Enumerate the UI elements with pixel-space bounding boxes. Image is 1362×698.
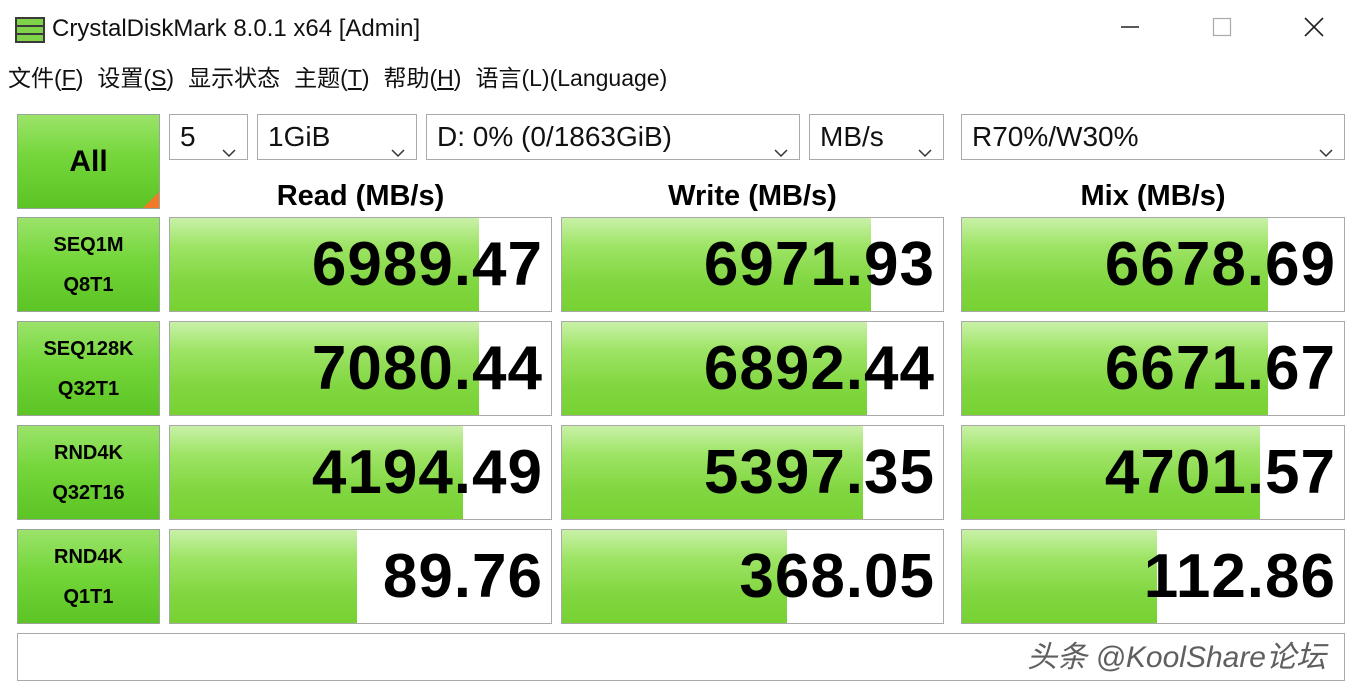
result-value: 7080.44: [311, 334, 543, 403]
write-header: Write (MB/s): [668, 180, 837, 212]
menu-file[interactable]: 文件(F): [8, 63, 83, 93]
test-name: RND4K: [54, 441, 123, 464]
result-mix: 4701.57: [961, 425, 1345, 520]
result-value: 368.05: [739, 542, 935, 611]
mix-header: Mix (MB/s): [1080, 180, 1226, 212]
result-value: 89.76: [382, 542, 543, 611]
result-mix: 6678.69: [961, 217, 1345, 312]
test-count-value: 5: [180, 121, 196, 152]
test-params: Q8T1: [63, 273, 114, 296]
test-button-seq1m[interactable]: SEQ1M Q8T1: [17, 217, 160, 312]
corner-marker-icon: [143, 192, 159, 208]
result-value: 4701.57: [1104, 438, 1336, 507]
unit-value: MB/s: [820, 121, 884, 152]
test-button-rnd4k-q1t1[interactable]: RND4K Q1T1: [17, 529, 160, 624]
chevron-down-icon: [390, 130, 406, 158]
result-write: 6971.93: [561, 217, 944, 312]
result-value: 5397.35: [703, 438, 935, 507]
menu-theme[interactable]: 主题(T): [294, 63, 369, 93]
drive-select[interactable]: D: 0% (0/1863GiB): [426, 114, 800, 160]
result-read: 6989.47: [169, 217, 552, 312]
maximize-icon: [1212, 17, 1232, 42]
result-mix: 112.86: [961, 529, 1345, 624]
menu-help[interactable]: 帮助(H): [384, 63, 462, 93]
close-button[interactable]: [1268, 0, 1360, 58]
unit-select[interactable]: MB/s: [809, 114, 944, 160]
result-read: 7080.44: [169, 321, 552, 416]
maximize-button[interactable]: [1176, 0, 1268, 58]
close-icon: [1303, 16, 1325, 43]
test-params: Q32T1: [57, 377, 120, 400]
mix-ratio-value: R70%/W30%: [972, 121, 1139, 152]
minimize-button[interactable]: [1084, 0, 1176, 58]
result-mix: 6671.67: [961, 321, 1345, 416]
result-read: 4194.49: [169, 425, 552, 520]
menu-language[interactable]: 语言(L)(Language): [475, 63, 667, 93]
test-name: RND4K: [54, 545, 123, 568]
result-read: 89.76: [169, 529, 552, 624]
test-size-select[interactable]: 1GiB: [257, 114, 417, 160]
menu-settings[interactable]: 设置(S): [97, 63, 174, 93]
run-all-label: All: [69, 144, 108, 178]
menu-display-status[interactable]: 显示状态: [188, 63, 280, 93]
result-value: 6678.69: [1104, 230, 1336, 299]
disk-icon: [14, 14, 46, 46]
result-write: 368.05: [561, 529, 944, 624]
result-bar: [170, 530, 357, 623]
menu-bar: 文件(F) 设置(S) 显示状态 主题(T) 帮助(H) 语言(L)(Langu…: [0, 58, 1362, 98]
benchmark-panel: All 5 1GiB D: 0% (0/1863GiB) MB/s R70%/W…: [0, 100, 1362, 698]
title-bar: CrystalDiskMark 8.0.1 x64 [Admin]: [0, 0, 1362, 58]
comment-input[interactable]: 头条 @KoolShare论坛: [17, 633, 1345, 681]
test-button-seq128k[interactable]: SEQ128K Q32T1: [17, 321, 160, 416]
result-value: 4194.49: [311, 438, 543, 507]
test-params: Q32T16: [52, 481, 125, 504]
result-value: 6892.44: [703, 334, 935, 403]
result-value: 6671.67: [1104, 334, 1336, 403]
result-bar: [962, 530, 1157, 623]
window-title: CrystalDiskMark 8.0.1 x64 [Admin]: [52, 15, 421, 42]
result-write: 5397.35: [561, 425, 944, 520]
test-button-rnd4k-q32t16[interactable]: RND4K Q32T16: [17, 425, 160, 520]
result-value: 6971.93: [703, 230, 935, 299]
read-header: Read (MB/s): [276, 180, 445, 212]
chevron-down-icon: [773, 130, 789, 158]
mix-ratio-select[interactable]: R70%/W30%: [961, 114, 1345, 160]
chevron-down-icon: [917, 130, 933, 158]
test-params: Q1T1: [63, 585, 114, 608]
test-size-value: 1GiB: [268, 121, 331, 152]
run-all-button[interactable]: All: [17, 114, 160, 209]
result-value: 6989.47: [311, 230, 543, 299]
test-name: SEQ128K: [43, 337, 134, 360]
chevron-down-icon: [1318, 130, 1334, 158]
test-count-select[interactable]: 5: [169, 114, 248, 160]
watermark-text: 头条 @KoolShare论坛: [1027, 641, 1326, 674]
minimize-icon: [1120, 17, 1140, 42]
result-write: 6892.44: [561, 321, 944, 416]
result-value: 112.86: [1143, 542, 1336, 611]
test-name: SEQ1M: [53, 233, 124, 256]
drive-value: D: 0% (0/1863GiB): [437, 121, 672, 152]
chevron-down-icon: [221, 130, 237, 158]
